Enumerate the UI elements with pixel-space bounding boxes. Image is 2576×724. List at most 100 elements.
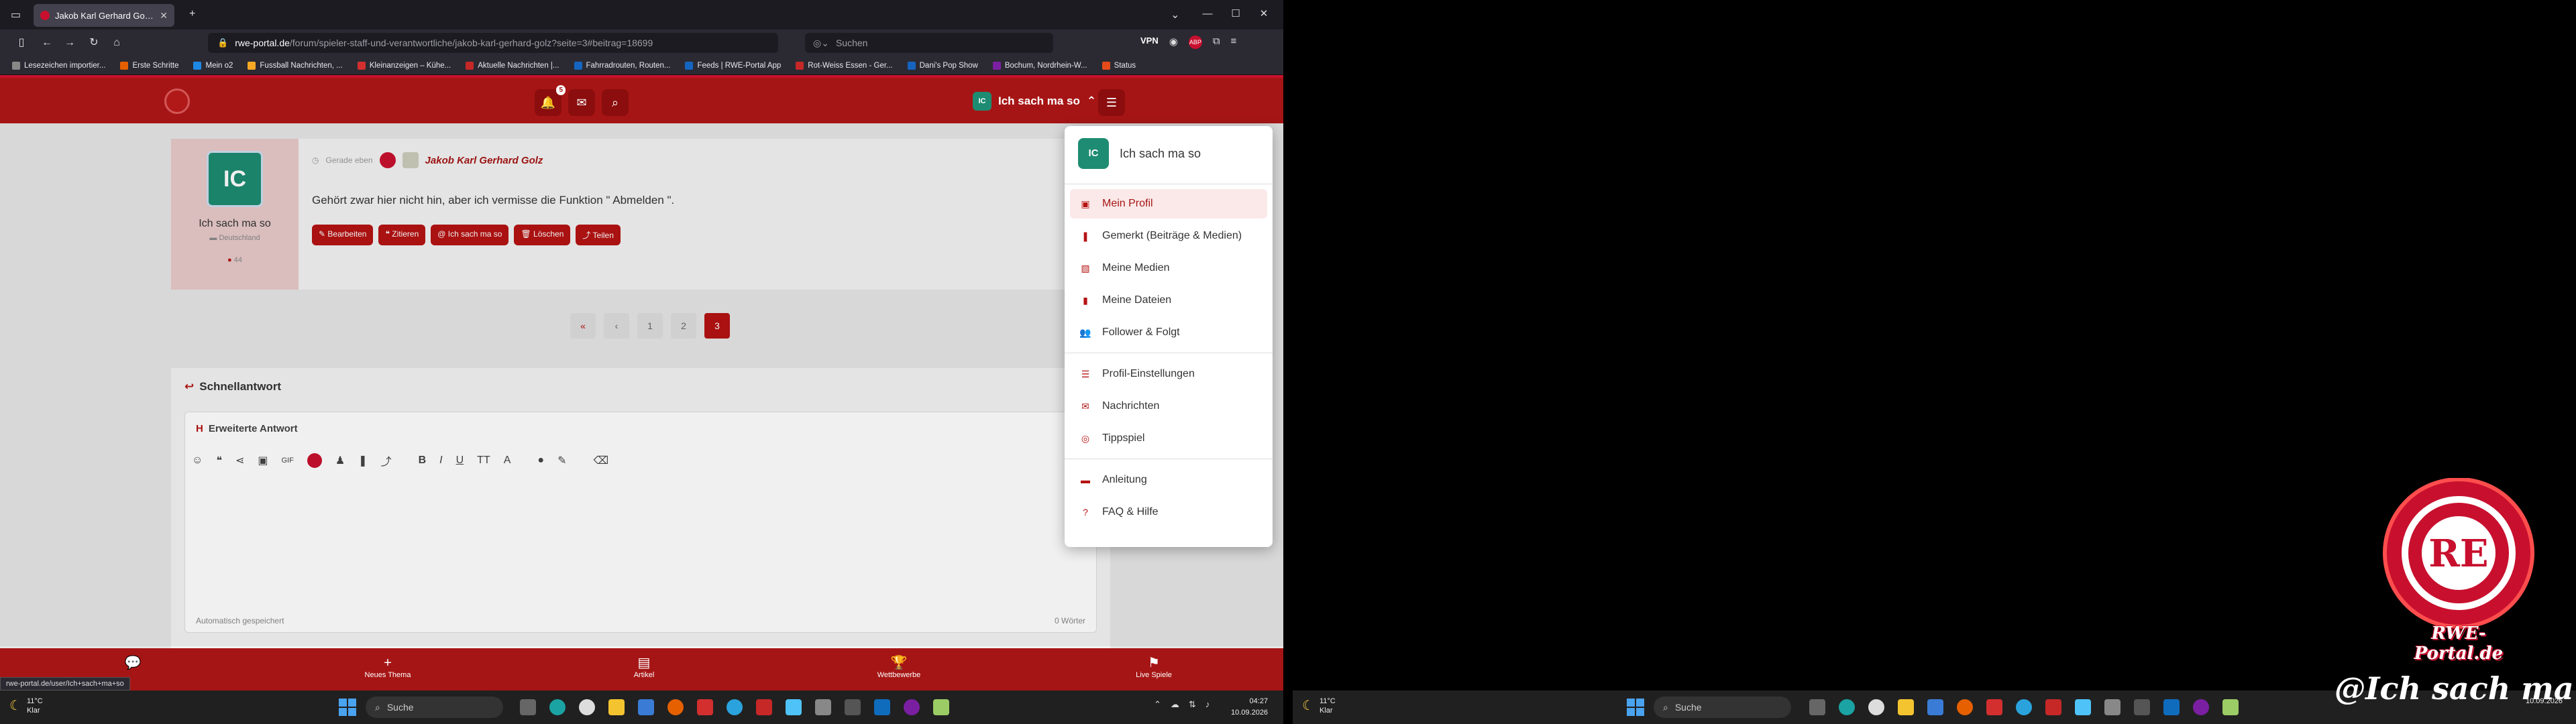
bookmark-item[interactable]: Fahrradrouten, Routen... [574, 61, 670, 70]
user-menu-item[interactable]: ◎ Tippspiel [1070, 424, 1267, 453]
firefox-icon[interactable] [667, 699, 684, 715]
search-button[interactable]: ⌕ [602, 89, 629, 116]
new-tab-icon[interactable]: + [189, 8, 195, 20]
taskbar-search-2[interactable]: ⌕ Suche [1654, 697, 1791, 718]
back-icon[interactable]: ← [39, 36, 55, 50]
bottom-nav-live[interactable]: ⚑ Live Spiele [1107, 655, 1201, 679]
bookmark-item[interactable]: Bochum, Nordrhein-W... [992, 61, 1087, 70]
bookmark-item[interactable]: Dani's Pop Show [907, 61, 978, 70]
list-all-tabs-icon[interactable]: ⌄ [1171, 8, 1179, 21]
chrome-icon[interactable] [1868, 699, 1884, 715]
bookmark-item[interactable]: Rot-Weiss Essen - Ger... [796, 61, 893, 70]
bottom-nav-new-topic[interactable]: + Neues Thema [341, 655, 435, 679]
vpn-button[interactable]: VPN [1140, 36, 1159, 49]
chrome-icon[interactable] [579, 699, 595, 715]
proton-icon[interactable] [2193, 699, 2209, 715]
media-icon[interactable] [2045, 699, 2061, 715]
terminal-icon[interactable] [2134, 699, 2150, 715]
search-engine-icon[interactable]: ◎⌄ [813, 38, 829, 49]
acrobat-icon[interactable] [697, 699, 713, 715]
lock-icon[interactable]: 🔒 [217, 38, 228, 48]
home-icon[interactable]: ⌂ [109, 36, 125, 50]
user-menu-item[interactable]: ? FAQ & Hilfe [1070, 497, 1267, 527]
reload-icon[interactable]: ↻ [86, 36, 102, 50]
bottom-nav-competitions[interactable]: 🏆 Wettbewerbe [852, 655, 946, 679]
user-menu-toggle[interactable]: IC Ich sach ma so ⌃ [973, 92, 1096, 111]
bookmark-item[interactable]: Erste Schritte [120, 61, 178, 70]
store-icon[interactable] [1927, 699, 1943, 715]
photos-icon[interactable] [2075, 699, 2091, 715]
bookmark-item[interactable]: Mein o2 [193, 61, 233, 70]
minimize-icon[interactable]: — [1194, 5, 1221, 23]
chevron-up-icon[interactable]: ⌃ [1154, 699, 1161, 710]
user-menu-item[interactable]: ☰ Profil-Einstellungen [1070, 359, 1267, 389]
notepad-icon[interactable] [2222, 699, 2239, 715]
photos-icon[interactable] [786, 699, 802, 715]
sidebar-toggle-icon[interactable]: ▯ [13, 36, 30, 50]
adblock-icon[interactable]: ABP [1188, 36, 1202, 49]
acrobat-icon[interactable] [1986, 699, 2002, 715]
envelope-icon: ✉ [576, 96, 587, 109]
cloud-icon[interactable]: ☁ [1171, 699, 1179, 710]
bottom-nav-articles[interactable]: ▤ Artikel [597, 655, 691, 679]
close-tab-icon[interactable]: ✕ [160, 10, 168, 21]
telegram-icon[interactable] [2016, 699, 2032, 715]
extensions-icon[interactable]: ⧉ [1213, 36, 1220, 49]
bottom-nav-chat[interactable]: 💬 [86, 655, 180, 671]
outlook-icon[interactable] [874, 699, 890, 715]
taskbar-search[interactable]: ⌕ Suche [366, 697, 503, 718]
task-view-icon[interactable] [520, 699, 536, 715]
task-view-icon[interactable] [1809, 699, 1825, 715]
bookmark-item[interactable]: Fussball Nachrichten, ... [248, 61, 343, 70]
terminal-icon[interactable] [845, 699, 861, 715]
user-menu-item[interactable]: ❚ Gemerkt (Beiträge & Medien) [1070, 221, 1267, 251]
bookmark-item[interactable]: Kleinanzeigen – Kühe... [357, 61, 451, 70]
messages-button[interactable]: ✉ [568, 89, 595, 116]
notifications-button[interactable]: 🔔 5 [535, 85, 566, 116]
browser-tab-active[interactable]: Jakob Karl Gerhard Golz - RWE ✕ [34, 4, 174, 27]
edge-icon[interactable] [1839, 699, 1855, 715]
notepad-icon[interactable] [933, 699, 949, 715]
hamburger-menu-button[interactable]: ☰ [1098, 89, 1125, 116]
bookmark-item[interactable]: Aktuelle Nachrichten |... [466, 61, 559, 70]
app-icon[interactable] [2104, 699, 2121, 715]
menu-icon[interactable]: ≡ [1231, 36, 1237, 49]
search-bar[interactable]: ◎⌄ Suchen [805, 33, 1053, 53]
firefox-icon[interactable] [1957, 699, 1973, 715]
media-icon[interactable] [756, 699, 772, 715]
maximize-icon[interactable]: ☐ [1222, 5, 1249, 23]
weather-widget-2[interactable]: ☾ 11°C Klar [1302, 697, 1336, 715]
user-menu-item[interactable]: ▬ Anleitung [1070, 465, 1267, 495]
user-menu-item[interactable]: ▣ Mein Profil [1070, 189, 1267, 219]
menu-item-label: Tippspiel [1102, 432, 1145, 444]
bookmark-label: Lesezeichen importier... [24, 61, 106, 70]
user-menu-item[interactable]: ▮ Meine Dateien [1070, 286, 1267, 315]
start-button-2[interactable] [1627, 699, 1644, 716]
account-icon[interactable]: ◉ [1169, 36, 1178, 49]
store-icon[interactable] [638, 699, 654, 715]
forward-icon[interactable]: → [62, 36, 78, 50]
clock[interactable]: 04:27 10.09.2026 [1231, 696, 1268, 719]
edge-icon[interactable] [549, 699, 566, 715]
url-bar[interactable]: 🔒 rwe-portal.de/forum/spieler-staff-und-… [208, 33, 778, 53]
user-menu-item[interactable]: ✉ Nachrichten [1070, 391, 1267, 421]
search-icon: ⌕ [375, 701, 380, 713]
proton-icon[interactable] [904, 699, 920, 715]
rwe-logo-icon[interactable] [164, 88, 190, 114]
tab-list-icon[interactable]: ▭ [11, 8, 21, 21]
bookmark-item[interactable]: Lesezeichen importier... [12, 61, 106, 70]
user-menu-item[interactable]: 👥 Follower & Folgt [1070, 318, 1267, 347]
start-button[interactable] [339, 699, 356, 716]
network-icon[interactable]: ⇅ [1189, 699, 1196, 710]
app-icon[interactable] [815, 699, 831, 715]
telegram-icon[interactable] [727, 699, 743, 715]
file-explorer-icon[interactable] [1898, 699, 1914, 715]
bookmark-item[interactable]: Status [1102, 61, 1136, 70]
bookmark-item[interactable]: Feeds | RWE-Portal App [685, 61, 781, 70]
weather-widget[interactable]: ☾ 11°C Klar [9, 697, 43, 715]
close-window-icon[interactable]: ✕ [1250, 5, 1277, 23]
file-explorer-icon[interactable] [608, 699, 625, 715]
user-menu-item[interactable]: ▧ Meine Medien [1070, 253, 1267, 283]
volume-icon[interactable]: ♪ [1205, 699, 1210, 710]
outlook-icon[interactable] [2163, 699, 2180, 715]
